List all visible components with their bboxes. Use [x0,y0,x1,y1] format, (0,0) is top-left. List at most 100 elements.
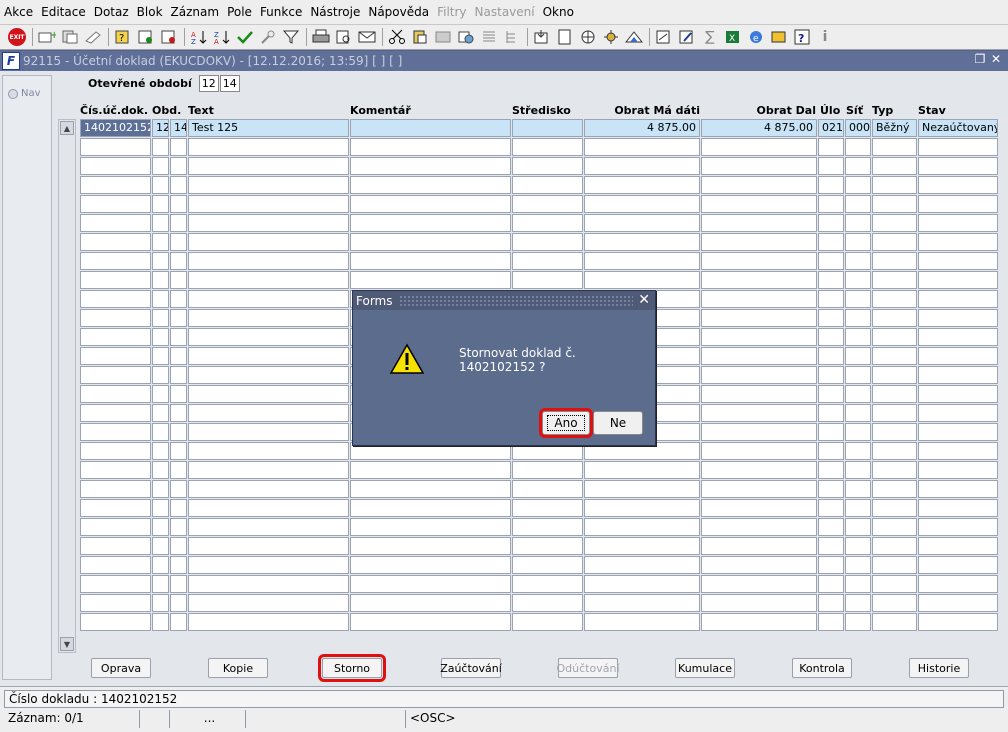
table-cell[interactable] [818,233,844,251]
table-cell[interactable] [188,480,349,498]
vertical-scrollbar[interactable]: ▲ ▼ [58,119,76,653]
table-cell[interactable] [872,480,917,498]
menu-item[interactable]: Okno [543,5,574,19]
filter-icon[interactable] [280,26,302,48]
table-cell[interactable] [845,594,871,612]
table-cell[interactable] [918,442,998,460]
restore-icon[interactable]: ❐ [972,52,988,66]
info-icon[interactable]: i [814,26,836,48]
add-row-icon[interactable]: + [36,26,58,48]
table-cell[interactable] [918,594,998,612]
query-execute-icon[interactable] [135,26,157,48]
table-cell[interactable] [584,233,700,251]
table-cell[interactable] [701,138,817,156]
table-cell[interactable] [918,138,998,156]
table-cell[interactable]: 14 [170,119,187,137]
table-cell[interactable] [701,518,817,536]
table-cell[interactable] [152,385,169,403]
table-cell[interactable] [845,442,871,460]
table-cell[interactable] [350,233,511,251]
table-cell[interactable] [152,518,169,536]
sum-icon[interactable]: ∑ [699,26,721,48]
table-cell[interactable] [350,575,511,593]
scroll-down-icon[interactable]: ▼ [60,637,74,651]
table-cell[interactable] [188,328,349,346]
open-period-field-1[interactable]: 12 [198,75,219,92]
table-cell[interactable] [512,499,583,517]
table-cell[interactable] [188,138,349,156]
table-cell[interactable] [701,613,817,631]
table-cell[interactable] [188,385,349,403]
table-cell[interactable] [701,328,817,346]
table-cell[interactable] [188,423,349,441]
table-cell[interactable] [584,537,700,555]
table-cell[interactable] [350,499,511,517]
menu-item[interactable]: Funkce [260,5,302,19]
table-cell[interactable] [584,214,700,232]
table-cell[interactable] [845,309,871,327]
table-cell[interactable] [152,575,169,593]
table-cell[interactable] [350,271,511,289]
table-cell[interactable] [918,195,998,213]
table-cell[interactable] [872,423,917,441]
table-cell[interactable] [845,518,871,536]
table-cell[interactable] [818,252,844,270]
table-cell[interactable] [584,556,700,574]
table-cell[interactable] [872,347,917,365]
nav-radio[interactable]: Nav [8,88,41,99]
edit-icon[interactable] [676,26,698,48]
table-cell[interactable] [350,119,511,137]
table-cell[interactable] [80,518,151,536]
table-cell[interactable] [918,176,998,194]
table-cell[interactable] [80,480,151,498]
table-cell[interactable] [152,499,169,517]
table-cell[interactable] [512,233,583,251]
table-cell[interactable] [818,347,844,365]
table-cell[interactable] [152,290,169,308]
table-cell[interactable] [584,271,700,289]
table-cell[interactable] [872,157,917,175]
table-cell[interactable] [918,556,998,574]
help-icon[interactable]: ? [791,26,813,48]
mountain-icon[interactable] [623,26,645,48]
menu-item[interactable]: Nastavení [475,5,535,19]
table-cell[interactable] [818,556,844,574]
table-cell[interactable] [872,499,917,517]
table-cell[interactable] [845,575,871,593]
table-cell[interactable] [350,252,511,270]
print-icon[interactable] [310,26,332,48]
table-cell[interactable] [872,556,917,574]
table-cell[interactable]: 000 [845,119,871,137]
table-cell[interactable] [188,290,349,308]
table-cell[interactable] [152,138,169,156]
table-cell[interactable] [845,556,871,574]
table-cell[interactable] [872,537,917,555]
table-cell[interactable] [818,366,844,384]
table-cell[interactable] [152,157,169,175]
copy-record-icon[interactable] [59,26,81,48]
table-cell[interactable] [512,537,583,555]
table-cell[interactable] [701,252,817,270]
table-cell[interactable] [584,499,700,517]
table-cell[interactable] [872,366,917,384]
table-cell[interactable] [170,594,187,612]
table-cell[interactable] [170,461,187,479]
table-cell[interactable] [170,214,187,232]
table-cell[interactable] [845,290,871,308]
kumulace-button[interactable]: Kumulace [675,658,735,678]
table-cell[interactable] [701,404,817,422]
table-cell[interactable] [188,176,349,194]
table-cell[interactable] [701,594,817,612]
table-cell[interactable] [845,157,871,175]
table-cell[interactable] [170,138,187,156]
table-cell[interactable] [845,138,871,156]
exit-icon[interactable]: EXIT [6,26,28,48]
table-cell[interactable] [872,195,917,213]
table-cell[interactable] [845,404,871,422]
paste-icon[interactable] [409,26,431,48]
table-cell[interactable] [701,480,817,498]
table-cell[interactable] [80,499,151,517]
table-cell[interactable]: 4 875.00 [584,119,700,137]
historie-button[interactable]: Historie [909,658,969,678]
table-cell[interactable] [170,271,187,289]
